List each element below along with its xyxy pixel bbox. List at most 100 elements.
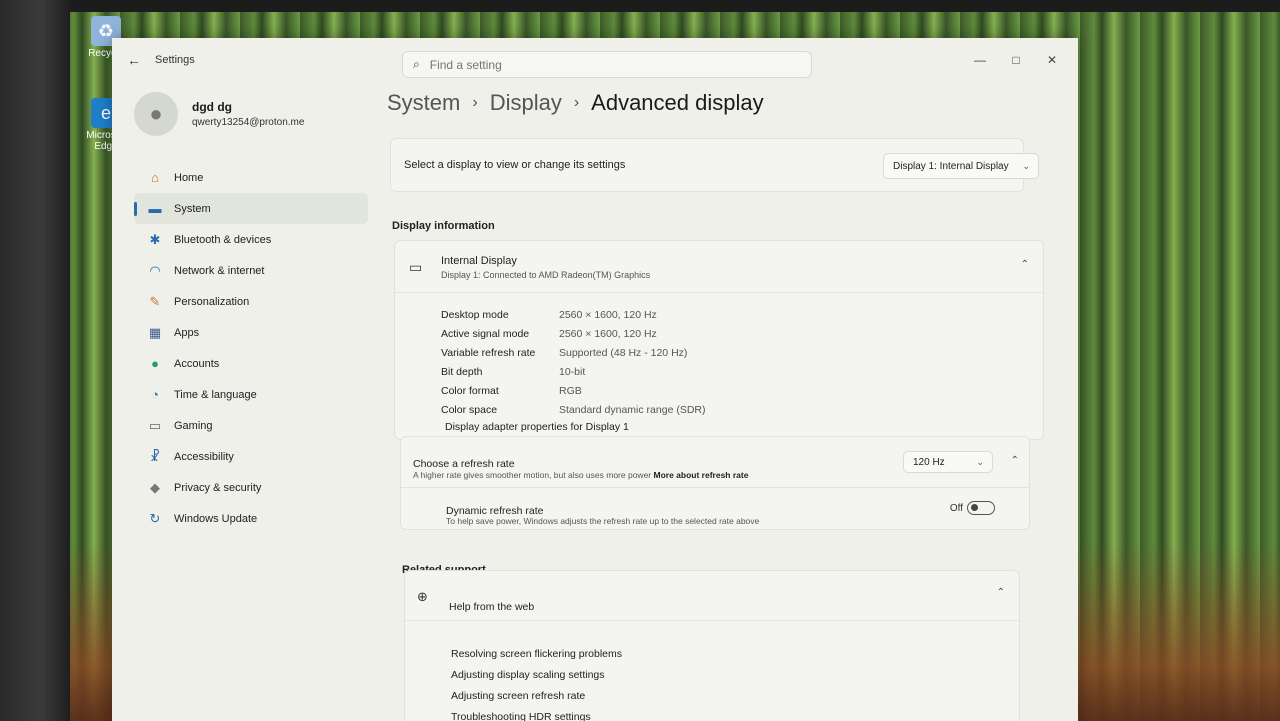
help-link[interactable]: Resolving screen flickering problems	[451, 643, 622, 664]
display-info-key: Active signal mode	[441, 327, 530, 340]
sidebar-item-label: Apps	[174, 326, 200, 339]
display-info-row: Active signal mode 2560 × 1600, 120 Hz	[441, 324, 705, 343]
search-box[interactable]: ⌕	[402, 51, 812, 78]
sidebar-item-label: Network & internet	[174, 264, 265, 277]
breadcrumb-display[interactable]: Display	[490, 90, 562, 116]
display-info-row: Desktop mode 2560 × 1600, 120 Hz	[441, 305, 705, 324]
display-information-header[interactable]: ▭ Internal Display Display 1: Connected …	[395, 241, 1043, 293]
breadcrumb-separator: ›	[573, 94, 580, 111]
sidebar-item-label: Windows Update	[174, 512, 258, 525]
sidebar-item-privacy-security[interactable]: ◆ Privacy & security	[134, 472, 368, 503]
help-link[interactable]: Troubleshooting HDR settings	[451, 706, 622, 721]
display-select-dropdown[interactable]: Display 1: Internal Display ⌄	[883, 153, 1039, 179]
sidebar-item-label: Home	[174, 171, 204, 184]
display-adapter-properties-link[interactable]: Display adapter properties for Display 1	[445, 421, 629, 433]
accessibility-icon: ☧	[149, 448, 161, 464]
search-icon: ⌕	[413, 57, 420, 71]
display-name: Internal Display	[441, 255, 517, 267]
user-profile[interactable]: ● dgd dg qwerty13254@proton.me	[134, 92, 304, 136]
sidebar-item-time-language[interactable]: ◔ Time & language	[134, 379, 368, 410]
refresh-rate-description-text: A higher rate gives smoother motion, but…	[413, 470, 652, 480]
sidebar-item-accounts[interactable]: ● Accounts	[134, 348, 368, 379]
back-button[interactable]: ←	[124, 50, 144, 70]
monitor-icon: ▬	[148, 201, 162, 216]
gamepad-icon: ▭	[148, 417, 162, 433]
help-from-web-header[interactable]: ⊕ Help from the web ⌃	[405, 571, 1019, 621]
display-info-row: Color format RGB	[441, 381, 705, 400]
settings-window: ← Settings ⌕ — □ ✕ ● dgd dg qwerty13254@…	[112, 38, 1078, 721]
apps-icon: ▦	[148, 324, 162, 340]
breadcrumb-advanced-display: Advanced display	[591, 90, 764, 115]
shield-icon: ◆	[150, 479, 160, 495]
bluetooth-icon: ✱	[149, 231, 161, 247]
globe-clock-icon: ◔	[151, 387, 159, 402]
sidebar-nav: ⌂ Home ▬ System ✱ Bluetooth & devices ◠ Network…	[134, 162, 368, 534]
display-info-row: Variable refresh rate Supported (48 Hz - …	[441, 343, 705, 362]
breadcrumb: System › Display › Advanced display	[387, 90, 764, 116]
sidebar-item-bluetooth-devices[interactable]: ✱ Bluetooth & devices	[134, 224, 368, 255]
display-information-card: ▭ Internal Display Display 1: Connected …	[394, 240, 1044, 440]
help-link[interactable]: Adjusting screen refresh rate	[451, 685, 622, 706]
sidebar-item-personalization[interactable]: ✎ Personalization	[134, 286, 368, 317]
display-info-value: 2560 × 1600, 120 Hz	[559, 327, 657, 340]
arrow-left-icon: ←	[127, 52, 141, 68]
display-info-value: Standard dynamic range (SDR)	[559, 403, 706, 416]
dynamic-refresh-rate-description: To help save power, Windows adjusts the …	[446, 516, 760, 526]
breadcrumb-separator: ›	[472, 94, 478, 111]
refresh-rate-description: A higher rate gives smoother motion, but…	[413, 470, 748, 480]
wifi-icon: ◠	[149, 262, 161, 278]
laptop-icon: ▭	[409, 259, 423, 275]
help-links-list: Resolving screen flickering problems Adju…	[451, 643, 622, 721]
sidebar-item-home[interactable]: ⌂ Home	[134, 162, 368, 193]
display-select-value: Display 1: Internal Display	[893, 160, 1009, 172]
accounts-icon: ●	[151, 356, 159, 371]
close-button[interactable]: ✕	[1034, 50, 1070, 70]
title-bar: ← Settings ⌕ — □ ✕	[112, 38, 1078, 82]
display-info-row: Color space Standard dynamic range (SDR)	[441, 400, 705, 419]
sidebar-item-network-internet[interactable]: ◠ Network & internet	[134, 255, 368, 286]
sidebar-item-apps[interactable]: ▦ Apps	[134, 317, 368, 348]
help-link[interactable]: Adjusting display scaling settings	[451, 664, 622, 685]
chevron-up-icon[interactable]: ⌃	[1011, 455, 1019, 466]
chevron-up-icon[interactable]: ⌃	[997, 587, 1005, 598]
sidebar-item-gaming[interactable]: ▭ Gaming	[134, 410, 368, 441]
display-info-value: 2560 × 1600, 120 Hz	[559, 308, 657, 321]
display-info-table: Desktop mode 2560 × 1600, 120 Hz Active si…	[441, 305, 705, 419]
refresh-rate-dropdown[interactable]: 120 Hz ⌄	[903, 451, 993, 473]
search-input[interactable]	[429, 57, 790, 72]
refresh-rate-value: 120 Hz	[913, 456, 945, 468]
display-info-value: Supported (48 Hz - 120 Hz)	[559, 346, 688, 359]
sidebar-item-accessibility[interactable]: ☧ Accessibility	[134, 441, 368, 472]
profile-email: qwerty13254@proton.me	[192, 117, 305, 128]
chevron-down-icon: ⌄	[976, 456, 984, 467]
display-info-key: Bit depth	[441, 365, 483, 378]
select-display-label: Select a display to view or change its s…	[404, 159, 626, 171]
window-controls: — □ ✕	[962, 50, 1070, 70]
user-icon: ●	[149, 101, 163, 126]
display-info-key: Color space	[441, 403, 498, 416]
display-info-key: Color format	[441, 384, 499, 397]
display-info-value: RGB	[559, 384, 582, 397]
profile-name: dgd dg	[192, 100, 232, 114]
chevron-up-icon[interactable]: ⌃	[1021, 259, 1029, 270]
breadcrumb-system[interactable]: System	[387, 90, 460, 116]
sidebar-item-label: Time & language	[174, 388, 257, 401]
sidebar-item-system[interactable]: ▬ System	[134, 193, 368, 224]
chevron-down-icon: ⌄	[1022, 160, 1030, 171]
dynamic-refresh-rate-toggle[interactable]	[967, 501, 995, 515]
sidebar-item-label: Accessibility	[174, 450, 234, 463]
maximize-button[interactable]: □	[998, 50, 1034, 70]
sidebar-item-label: Personalization	[174, 295, 250, 308]
sidebar-item-label: System	[174, 202, 211, 215]
home-icon: ⌂	[151, 170, 159, 185]
display-info-value: 10-bit	[559, 365, 586, 378]
divider	[401, 487, 1029, 488]
sidebar-item-label: Bluetooth & devices	[174, 233, 272, 246]
monitor-bezel-left	[0, 0, 70, 721]
minimize-button[interactable]: —	[962, 50, 998, 70]
sidebar-item-windows-update[interactable]: ↻ Windows Update	[134, 503, 368, 534]
more-about-refresh-rate-link[interactable]: More about refresh rate	[654, 470, 749, 480]
refresh-rate-card: Choose a refresh rate A higher rate give…	[400, 436, 1030, 530]
display-info-key: Desktop mode	[441, 308, 509, 321]
display-connection: Display 1: Connected to AMD Radeon(TM) G…	[441, 270, 651, 280]
